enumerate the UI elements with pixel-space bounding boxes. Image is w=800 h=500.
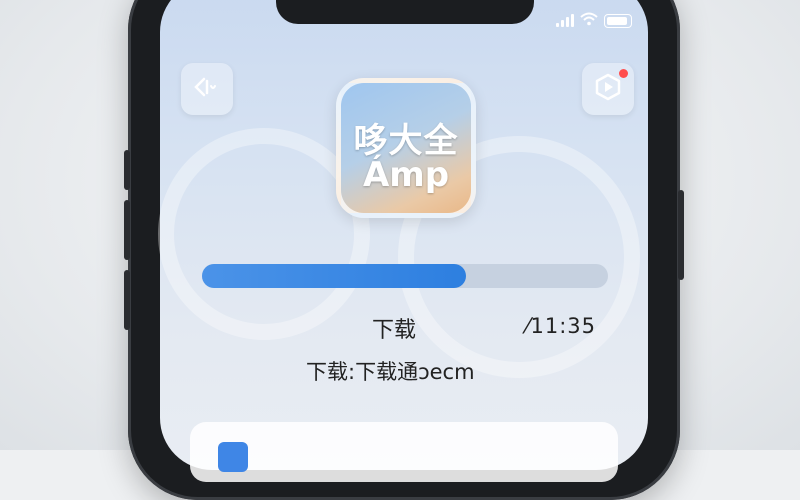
battery-icon	[604, 13, 632, 28]
download-status-text: 下载:下载通ɔecm	[306, 360, 475, 384]
download-time: ⁄11:35	[526, 314, 597, 338]
app-icon-subtitle: Ámp	[362, 155, 450, 195]
sound-button[interactable]	[181, 63, 233, 115]
status-bar	[556, 12, 632, 29]
wifi-icon	[580, 12, 598, 29]
phone-side-button	[124, 200, 130, 260]
cellular-signal-icon	[556, 14, 574, 27]
video-play-icon	[593, 72, 623, 106]
download-label: 下载	[372, 318, 417, 343]
bottom-card[interactable]	[190, 422, 618, 482]
phone-side-button	[124, 270, 130, 330]
download-progress-fill	[202, 264, 466, 288]
phone-side-button	[124, 150, 130, 190]
sound-wave-icon	[192, 75, 222, 103]
app-icon[interactable]: 哆大全 Ámp	[336, 78, 476, 218]
notch	[276, 0, 534, 24]
download-progress-bar	[202, 264, 608, 288]
card-app-icon	[218, 442, 248, 472]
notification-dot	[619, 69, 628, 78]
video-button[interactable]	[582, 63, 634, 115]
phone-power-button	[678, 190, 684, 280]
